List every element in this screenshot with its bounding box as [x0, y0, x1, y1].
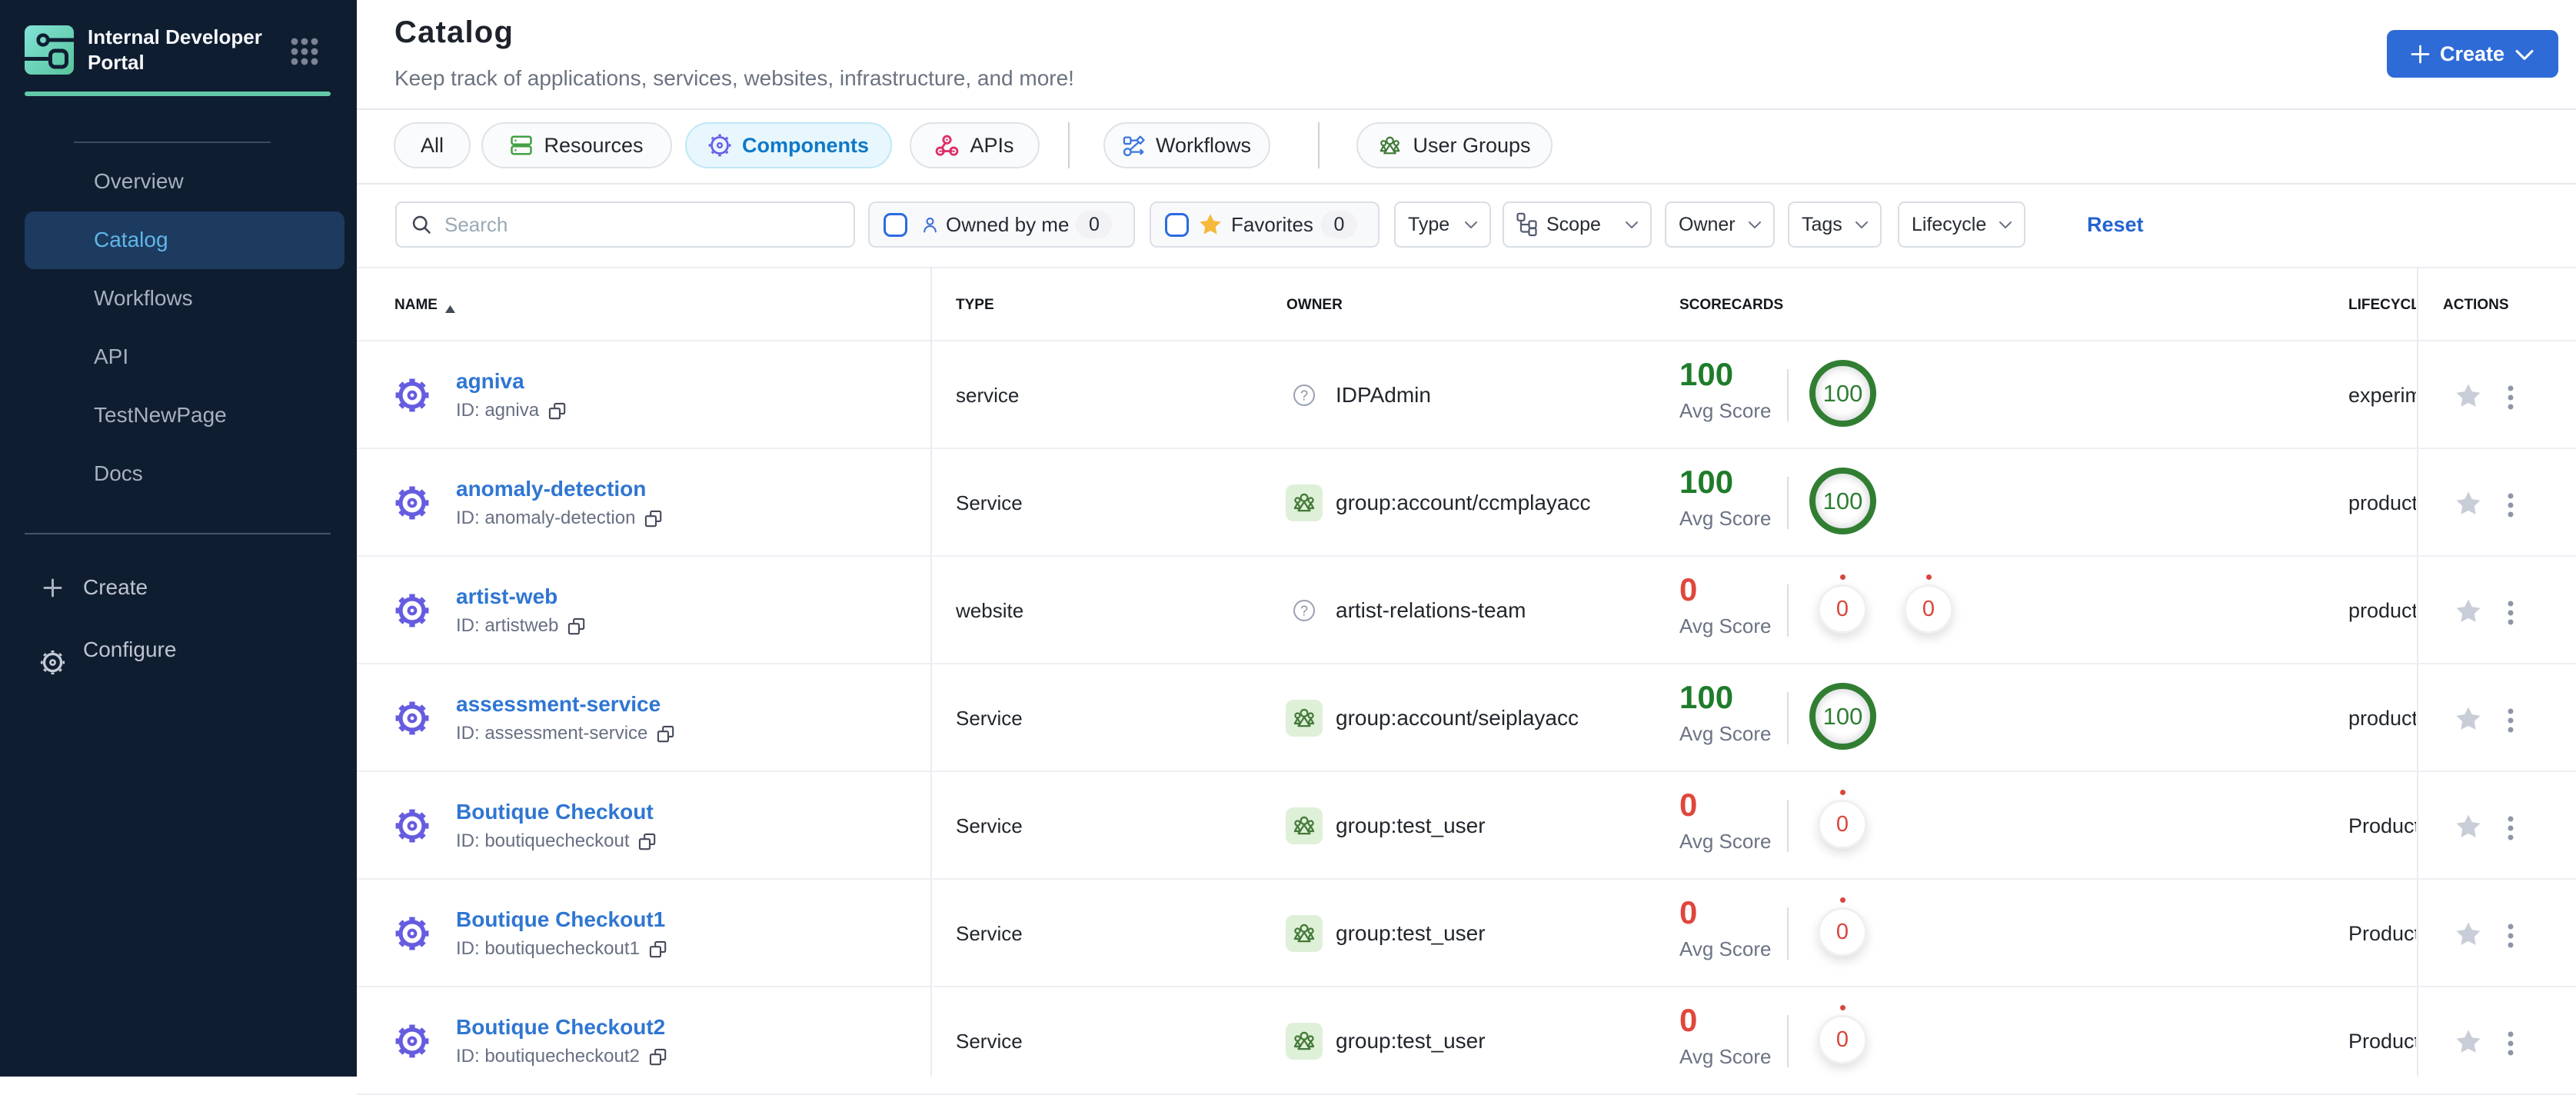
svg-text:?: ? [1300, 604, 1308, 619]
svg-text:?: ? [1300, 388, 1308, 404]
